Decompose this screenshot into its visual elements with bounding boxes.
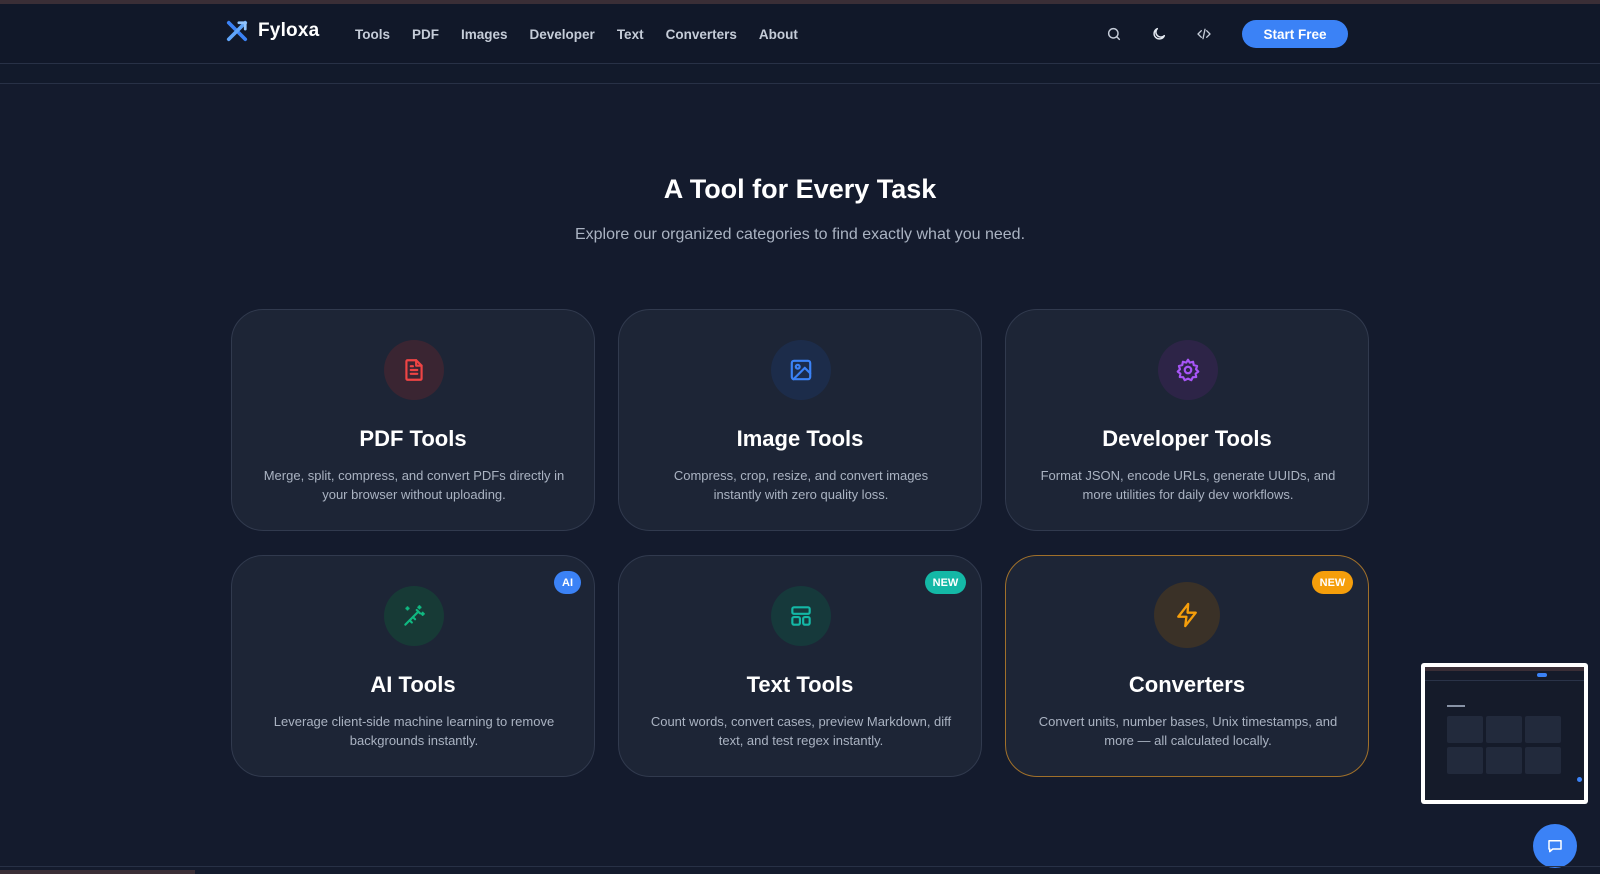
sub-navbar (0, 64, 1600, 84)
card-description: Count words, convert cases, preview Mark… (650, 714, 952, 748)
category-card-pdf[interactable]: PDF Tools Merge, split, compress, and co… (231, 309, 595, 531)
section-title: A Tool for Every Task (663, 174, 937, 204)
nav-link-images[interactable]: Images (461, 27, 508, 42)
file-text-icon (405, 359, 423, 381)
footer-divider (0, 866, 1600, 867)
card-description: Compress, crop, resize, and convert imag… (673, 468, 929, 502)
chat-button[interactable] (1533, 824, 1577, 868)
card-title: PDF Tools (359, 426, 467, 451)
category-card-ai[interactable]: AI AI Tools Leverage client-side machine… (231, 555, 595, 777)
start-free-button[interactable]: Start Free (1242, 20, 1348, 48)
nav-link-tools[interactable]: Tools (355, 27, 390, 42)
new-badge: NEW (1312, 571, 1353, 594)
card-description: Convert units, number bases, Unix timest… (1038, 714, 1338, 748)
card-title: Developer Tools (1102, 426, 1272, 451)
bottom-accent-strip (0, 870, 195, 874)
ai-icon-circle (384, 586, 444, 646)
chat-bubble-icon (1548, 840, 1562, 853)
text-icon-circle (771, 586, 831, 646)
category-card-text[interactable]: NEW Text Tools Count words, convert case… (618, 555, 982, 777)
image-icon (790, 359, 812, 381)
navbar: Fyloxa Tools PDF Images Developer Text C… (0, 4, 1600, 64)
brand-logo[interactable]: Fyloxa (226, 20, 319, 42)
image-icon-circle (771, 340, 831, 400)
nav-link-converters[interactable]: Converters (666, 27, 737, 42)
search-icon (1107, 27, 1121, 41)
category-card-image[interactable]: Image Tools Compress, crop, resize, and … (618, 309, 982, 531)
nav-actions: Start Free (1085, 4, 1348, 64)
card-description: Merge, split, compress, and convert PDFs… (263, 468, 565, 502)
layout-icon (791, 606, 811, 626)
brand-name: Fyloxa (258, 20, 320, 41)
magic-wand-icon (404, 605, 425, 626)
code-icon (1197, 28, 1211, 40)
pdf-icon-circle (384, 340, 444, 400)
section-subtitle: Explore our organized categories to find… (574, 226, 1026, 243)
converters-icon-circle (1154, 582, 1220, 648)
nav-link-pdf[interactable]: PDF (412, 27, 439, 42)
new-badge: NEW (925, 571, 966, 594)
arrows-cross-icon (226, 20, 248, 42)
gear-icon (1176, 358, 1200, 382)
card-title: Text Tools (746, 672, 854, 697)
moon-icon (1153, 27, 1166, 40)
card-title: AI Tools (370, 672, 456, 697)
lightning-icon (1177, 602, 1197, 628)
category-card-converters[interactable]: NEW Converters Convert units, number bas… (1005, 555, 1369, 777)
nav-link-about[interactable]: About (759, 27, 798, 42)
thumbnail-preview (1425, 667, 1584, 800)
card-title: Image Tools (736, 426, 864, 451)
card-description: Leverage client-side machine learning to… (273, 714, 555, 748)
search-button[interactable] (1098, 18, 1130, 50)
screenshot-thumbnail[interactable] (1421, 663, 1588, 804)
nav-link-text[interactable]: Text (617, 27, 644, 42)
card-title: Converters (1128, 672, 1246, 697)
category-card-developer[interactable]: Developer Tools Format JSON, encode URLs… (1005, 309, 1369, 531)
card-description: Format JSON, encode URLs, generate UUIDs… (1040, 468, 1336, 502)
nav-link-developer[interactable]: Developer (530, 27, 595, 42)
theme-toggle-button[interactable] (1143, 18, 1175, 50)
main-nav: Tools PDF Images Developer Text Converte… (355, 4, 798, 64)
developer-icon-circle (1158, 340, 1218, 400)
embed-code-button[interactable] (1188, 18, 1220, 50)
ai-badge: AI (554, 571, 581, 594)
